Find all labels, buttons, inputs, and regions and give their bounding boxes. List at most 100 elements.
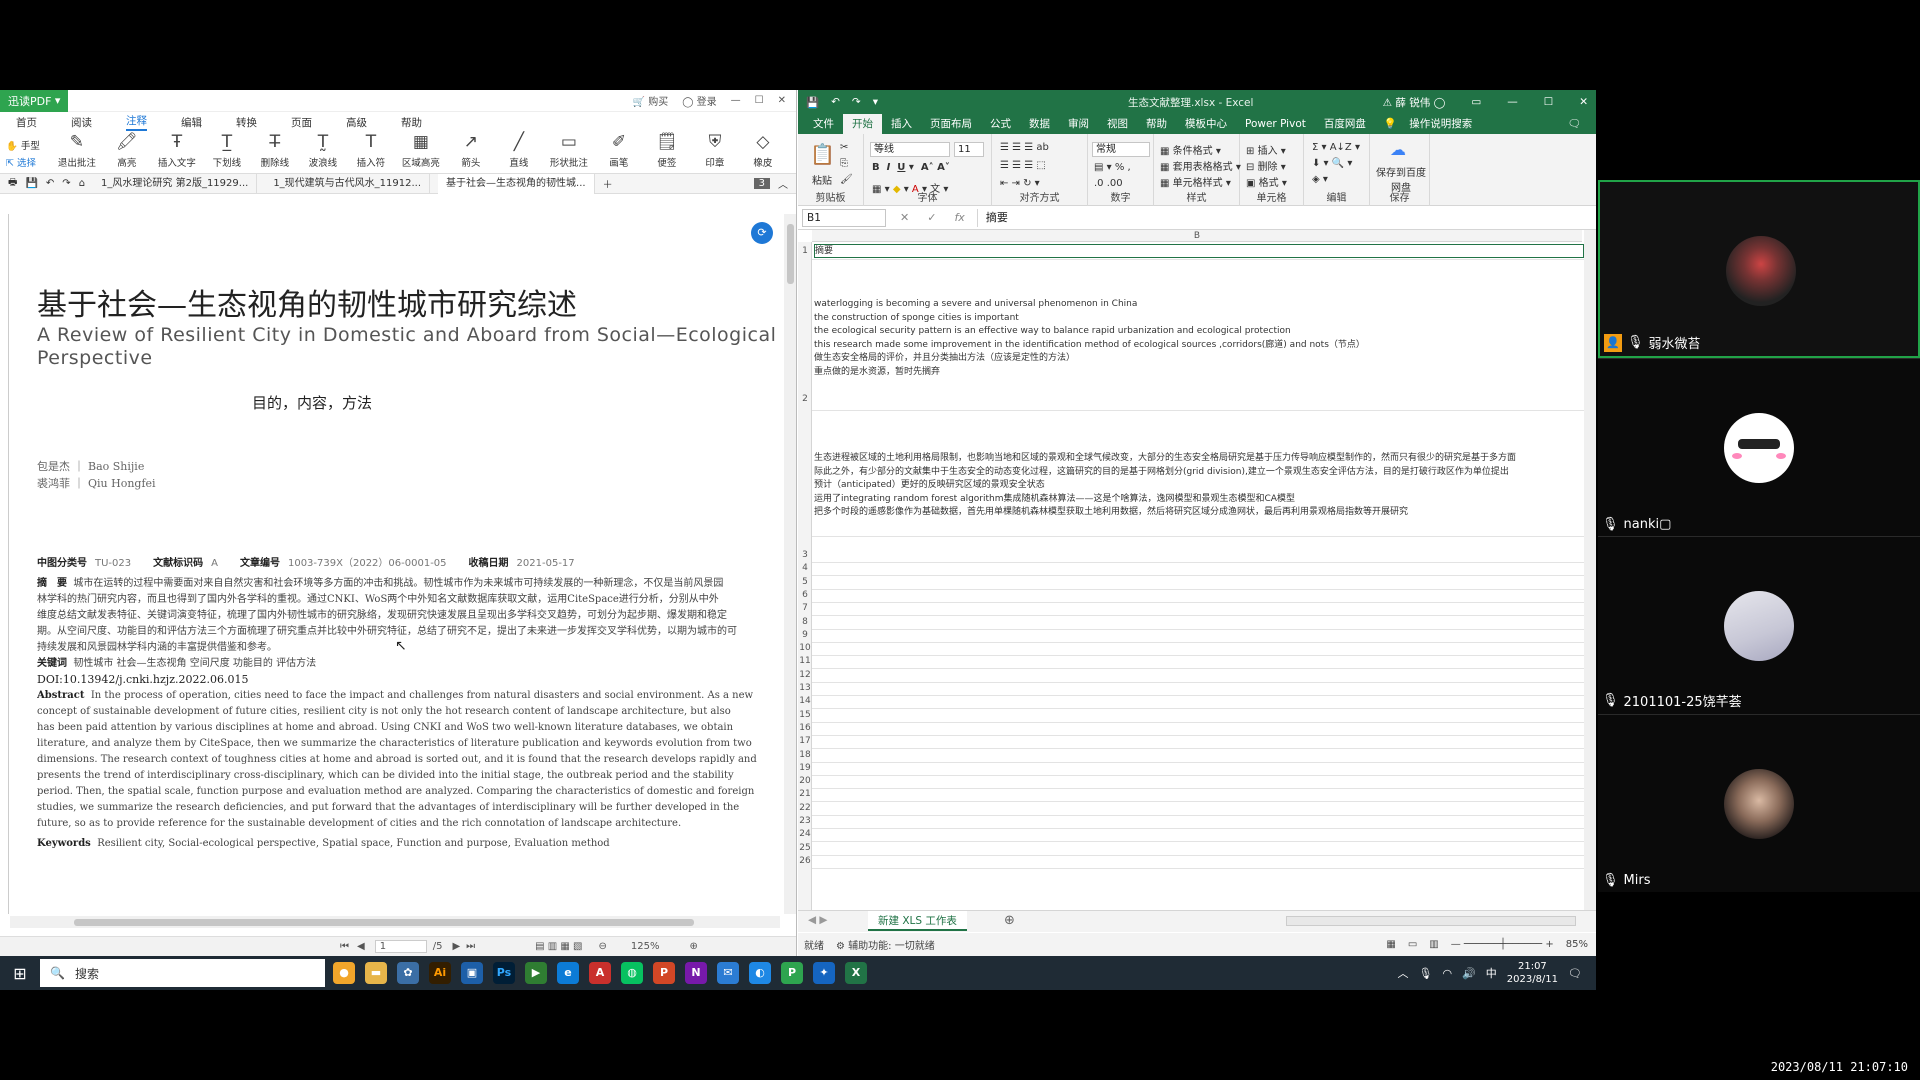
row-number[interactable]: 23	[798, 816, 812, 826]
edge-browser-icon[interactable]: e	[557, 962, 579, 984]
tab-file[interactable]: 文件	[804, 114, 843, 134]
row-number[interactable]: 8	[798, 617, 812, 627]
insert-caret-button[interactable]: T 插入符	[354, 132, 388, 169]
buy-button[interactable]: 🛒 购买	[633, 93, 669, 108]
zoom-slider[interactable]: — ──────┼────── +	[1451, 939, 1554, 950]
bold-button[interactable]: B I U ▾ A˄ A˅	[872, 162, 950, 173]
sticky-note-button[interactable]: 🗒 便签	[650, 132, 684, 169]
home-icon[interactable]: ⌂	[79, 178, 85, 189]
name-box[interactable]: B1	[802, 208, 886, 227]
clear-icon[interactable]: ◈ ▾	[1312, 174, 1328, 185]
row-number[interactable]: 9	[798, 630, 812, 640]
close-icon[interactable]: ✕	[1579, 96, 1588, 108]
row-number[interactable]: 12	[798, 670, 812, 680]
row-number[interactable]: 7	[798, 603, 812, 613]
baidu-cloud-icon[interactable]: ☁	[1390, 140, 1406, 159]
tencent-meeting-icon[interactable]: ◐	[749, 962, 771, 984]
insert-text-button[interactable]: Ŧ 插入文字	[158, 132, 196, 169]
ime-indicator[interactable]: 中	[1486, 965, 1497, 981]
powerpoint-icon[interactable]: P	[653, 962, 675, 984]
settings-app-icon[interactable]: ▣	[461, 962, 483, 984]
fill-icon[interactable]: ⬇ ▾ 🔍 ▾	[1312, 158, 1352, 169]
row-number[interactable]: 19	[798, 763, 812, 773]
menu-page[interactable]: 页面	[291, 115, 312, 130]
pen-button[interactable]: ✐ 画笔	[602, 132, 636, 169]
worksheet-grid[interactable]: B 1 2 摘要 waterlogging is becoming a seve…	[798, 230, 1584, 922]
last-page-icon[interactable]: ⏭	[466, 941, 475, 952]
column-header-b[interactable]: B	[812, 230, 1582, 242]
save-icon[interactable]: 💾	[25, 178, 37, 189]
autosum-icon[interactable]: Σ ▾ A↓Z ▾	[1312, 142, 1360, 153]
row-number[interactable]: 16	[798, 723, 812, 733]
insert-cells-button[interactable]: ⊞ 插入 ▾	[1246, 142, 1286, 157]
row-number[interactable]: 4	[798, 563, 812, 573]
close-icon[interactable]: ✕	[778, 95, 786, 106]
page-number-input[interactable]: 1	[374, 940, 427, 953]
delete-cells-button[interactable]: ⊟ 删除 ▾	[1246, 158, 1286, 173]
illustrator-icon[interactable]: Ai	[429, 962, 451, 984]
underline-button[interactable]: T̲ 下划线	[210, 132, 244, 169]
network-app-icon[interactable]: ✿	[397, 962, 419, 984]
hand-tool[interactable]: ✋ 手型	[6, 138, 40, 152]
undo-icon[interactable]: ↶	[831, 96, 840, 109]
paste-icon[interactable]: 📋	[810, 142, 835, 166]
taskbar-search[interactable]: 🔍 搜索	[40, 959, 325, 987]
collapse-icon[interactable]: ︿	[778, 176, 796, 191]
save-icon[interactable]: 💾	[806, 96, 819, 109]
font-size-select[interactable]: 11	[954, 142, 984, 157]
sheet-tab[interactable]: 新建 XLS 工作表	[868, 911, 967, 931]
select-tool[interactable]: ⇱ 选择	[6, 155, 40, 169]
formula-input[interactable]: 摘要	[976, 208, 1596, 227]
row-number[interactable]: 2	[798, 394, 812, 404]
align-left-icons[interactable]: ☰ ☰ ☰ ⬚	[1000, 160, 1046, 171]
row-number[interactable]: 1	[798, 246, 812, 256]
maximize-icon[interactable]: ☐	[755, 95, 764, 106]
tab-template-center[interactable]: 模板中心	[1176, 114, 1236, 134]
cut-icon[interactable]: ✂	[840, 142, 848, 153]
format-painter-icon[interactable]: 🖌	[840, 174, 853, 185]
ribbon-display-icon[interactable]: ▭	[1471, 96, 1481, 108]
cell-b2[interactable]: waterlogging is becoming a severe and un…	[814, 298, 1584, 379]
participant-tile[interactable]: 🎙 nanki▢	[1598, 358, 1920, 536]
cell-b2-continued[interactable]: 生态进程被区域的土地利用格局限制，也影响当地和区域的景观和全球气候改变，大部分的…	[814, 452, 1584, 520]
customize-qat-icon[interactable]: ▾	[873, 96, 878, 109]
view-normal-icon[interactable]: ▦	[1386, 939, 1395, 950]
media-player-icon[interactable]: ▶	[525, 962, 547, 984]
volume-icon[interactable]: 🔊	[1462, 967, 1476, 980]
user-account[interactable]: ⚠ 薛 锐伟 ◯	[1383, 95, 1446, 110]
acrobat-icon[interactable]: A	[589, 962, 611, 984]
row-number[interactable]: 5	[798, 577, 812, 587]
stamp-button[interactable]: ⛨ 印章	[698, 132, 732, 169]
print-icon[interactable]: 🖶	[8, 175, 17, 192]
tab-count-badge[interactable]: 3	[753, 178, 770, 189]
maximize-icon[interactable]: ☐	[1544, 96, 1553, 108]
row-number[interactable]: 22	[798, 803, 812, 813]
pdf-reader-taskbar-icon[interactable]: P	[781, 962, 803, 984]
undo-icon[interactable]: ↶	[46, 178, 54, 189]
wechat-chat-icon[interactable]: ◍	[621, 962, 643, 984]
highlight-button[interactable]: 🖍 高亮	[110, 132, 144, 169]
menu-annotate[interactable]: 注释	[126, 113, 147, 131]
tab-help[interactable]: 帮助	[1137, 114, 1176, 134]
wechat-icon[interactable]: ●	[333, 962, 355, 984]
participant-tile[interactable]: 🎙 Mirs	[1598, 714, 1920, 892]
row-number[interactable]: 25	[798, 843, 812, 853]
strikethrough-button[interactable]: T̶ 删除线	[258, 132, 292, 169]
tab-view[interactable]: 视图	[1098, 114, 1137, 134]
function-icon[interactable]: fx	[954, 211, 964, 224]
decimal-icons[interactable]: .0 .00	[1094, 178, 1123, 189]
menu-advanced[interactable]: 高级	[346, 115, 367, 130]
row-number[interactable]: 15	[798, 710, 812, 720]
excel-taskbar-icon[interactable]: X	[845, 962, 867, 984]
first-page-icon[interactable]: ⏮	[340, 941, 349, 952]
cancel-icon[interactable]: ✕	[900, 211, 909, 224]
pdf-app-menu[interactable]: 迅读PDF ▾	[0, 90, 69, 112]
row-number[interactable]: 26	[798, 856, 812, 866]
indent-icons[interactable]: ⇤ ⇥ ↻ ▾	[1000, 178, 1040, 189]
arrow-button[interactable]: ↗ 箭头	[454, 132, 488, 169]
tab-data[interactable]: 数据	[1020, 114, 1059, 134]
photoshop-icon[interactable]: Ps	[493, 962, 515, 984]
eraser-button[interactable]: ◇ 橡皮	[746, 132, 780, 169]
zoom-level[interactable]: 125%	[631, 941, 660, 952]
notification-icon[interactable]: 🗨	[1568, 967, 1582, 980]
